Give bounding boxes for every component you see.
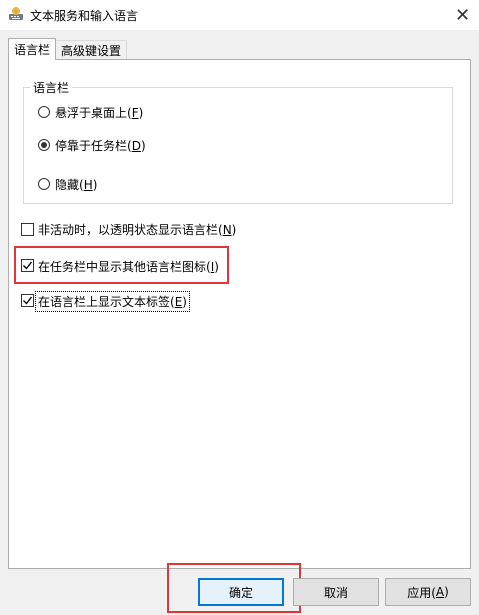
radio-hidden-label[interactable]: 隐藏(H)	[55, 176, 97, 193]
checkmark-icon	[23, 296, 33, 305]
cancel-button[interactable]: 取消	[293, 578, 379, 606]
close-button[interactable]: ✕	[446, 0, 479, 30]
groupbox-title: 语言栏	[30, 79, 73, 96]
ok-button[interactable]: 确定	[198, 578, 284, 606]
checkbox-transparent-when-inactive[interactable]	[21, 223, 34, 236]
radio-hidden[interactable]	[38, 178, 50, 190]
window-title: 文本服务和输入语言	[30, 9, 139, 23]
radio-float-label[interactable]: 悬浮于桌面上(F)	[55, 104, 143, 121]
checkbox-show-text-labels-label[interactable]: 在语言栏上显示文本标签(E)	[35, 291, 190, 312]
radio-float-on-desktop[interactable]	[38, 106, 50, 118]
keyboard-globe-icon	[9, 7, 23, 20]
tab-language-bar[interactable]: 语言栏	[8, 38, 56, 60]
checkbox-show-text-labels[interactable]	[21, 294, 34, 307]
checkbox-transparent-label[interactable]: 非活动时，以透明状态显示语言栏(N)	[38, 221, 236, 238]
checkmark-icon	[23, 261, 33, 270]
radio-dock-label[interactable]: 停靠于任务栏(D)	[55, 137, 146, 154]
apply-button[interactable]: 应用(A)	[385, 578, 471, 606]
tab-advanced-key-settings[interactable]: 高级键设置	[55, 40, 127, 60]
checkbox-show-other-icons[interactable]	[21, 259, 34, 272]
radio-dock-in-taskbar[interactable]	[38, 139, 50, 151]
checkbox-show-other-icons-label[interactable]: 在任务栏中显示其他语言栏图标(I)	[38, 258, 219, 275]
